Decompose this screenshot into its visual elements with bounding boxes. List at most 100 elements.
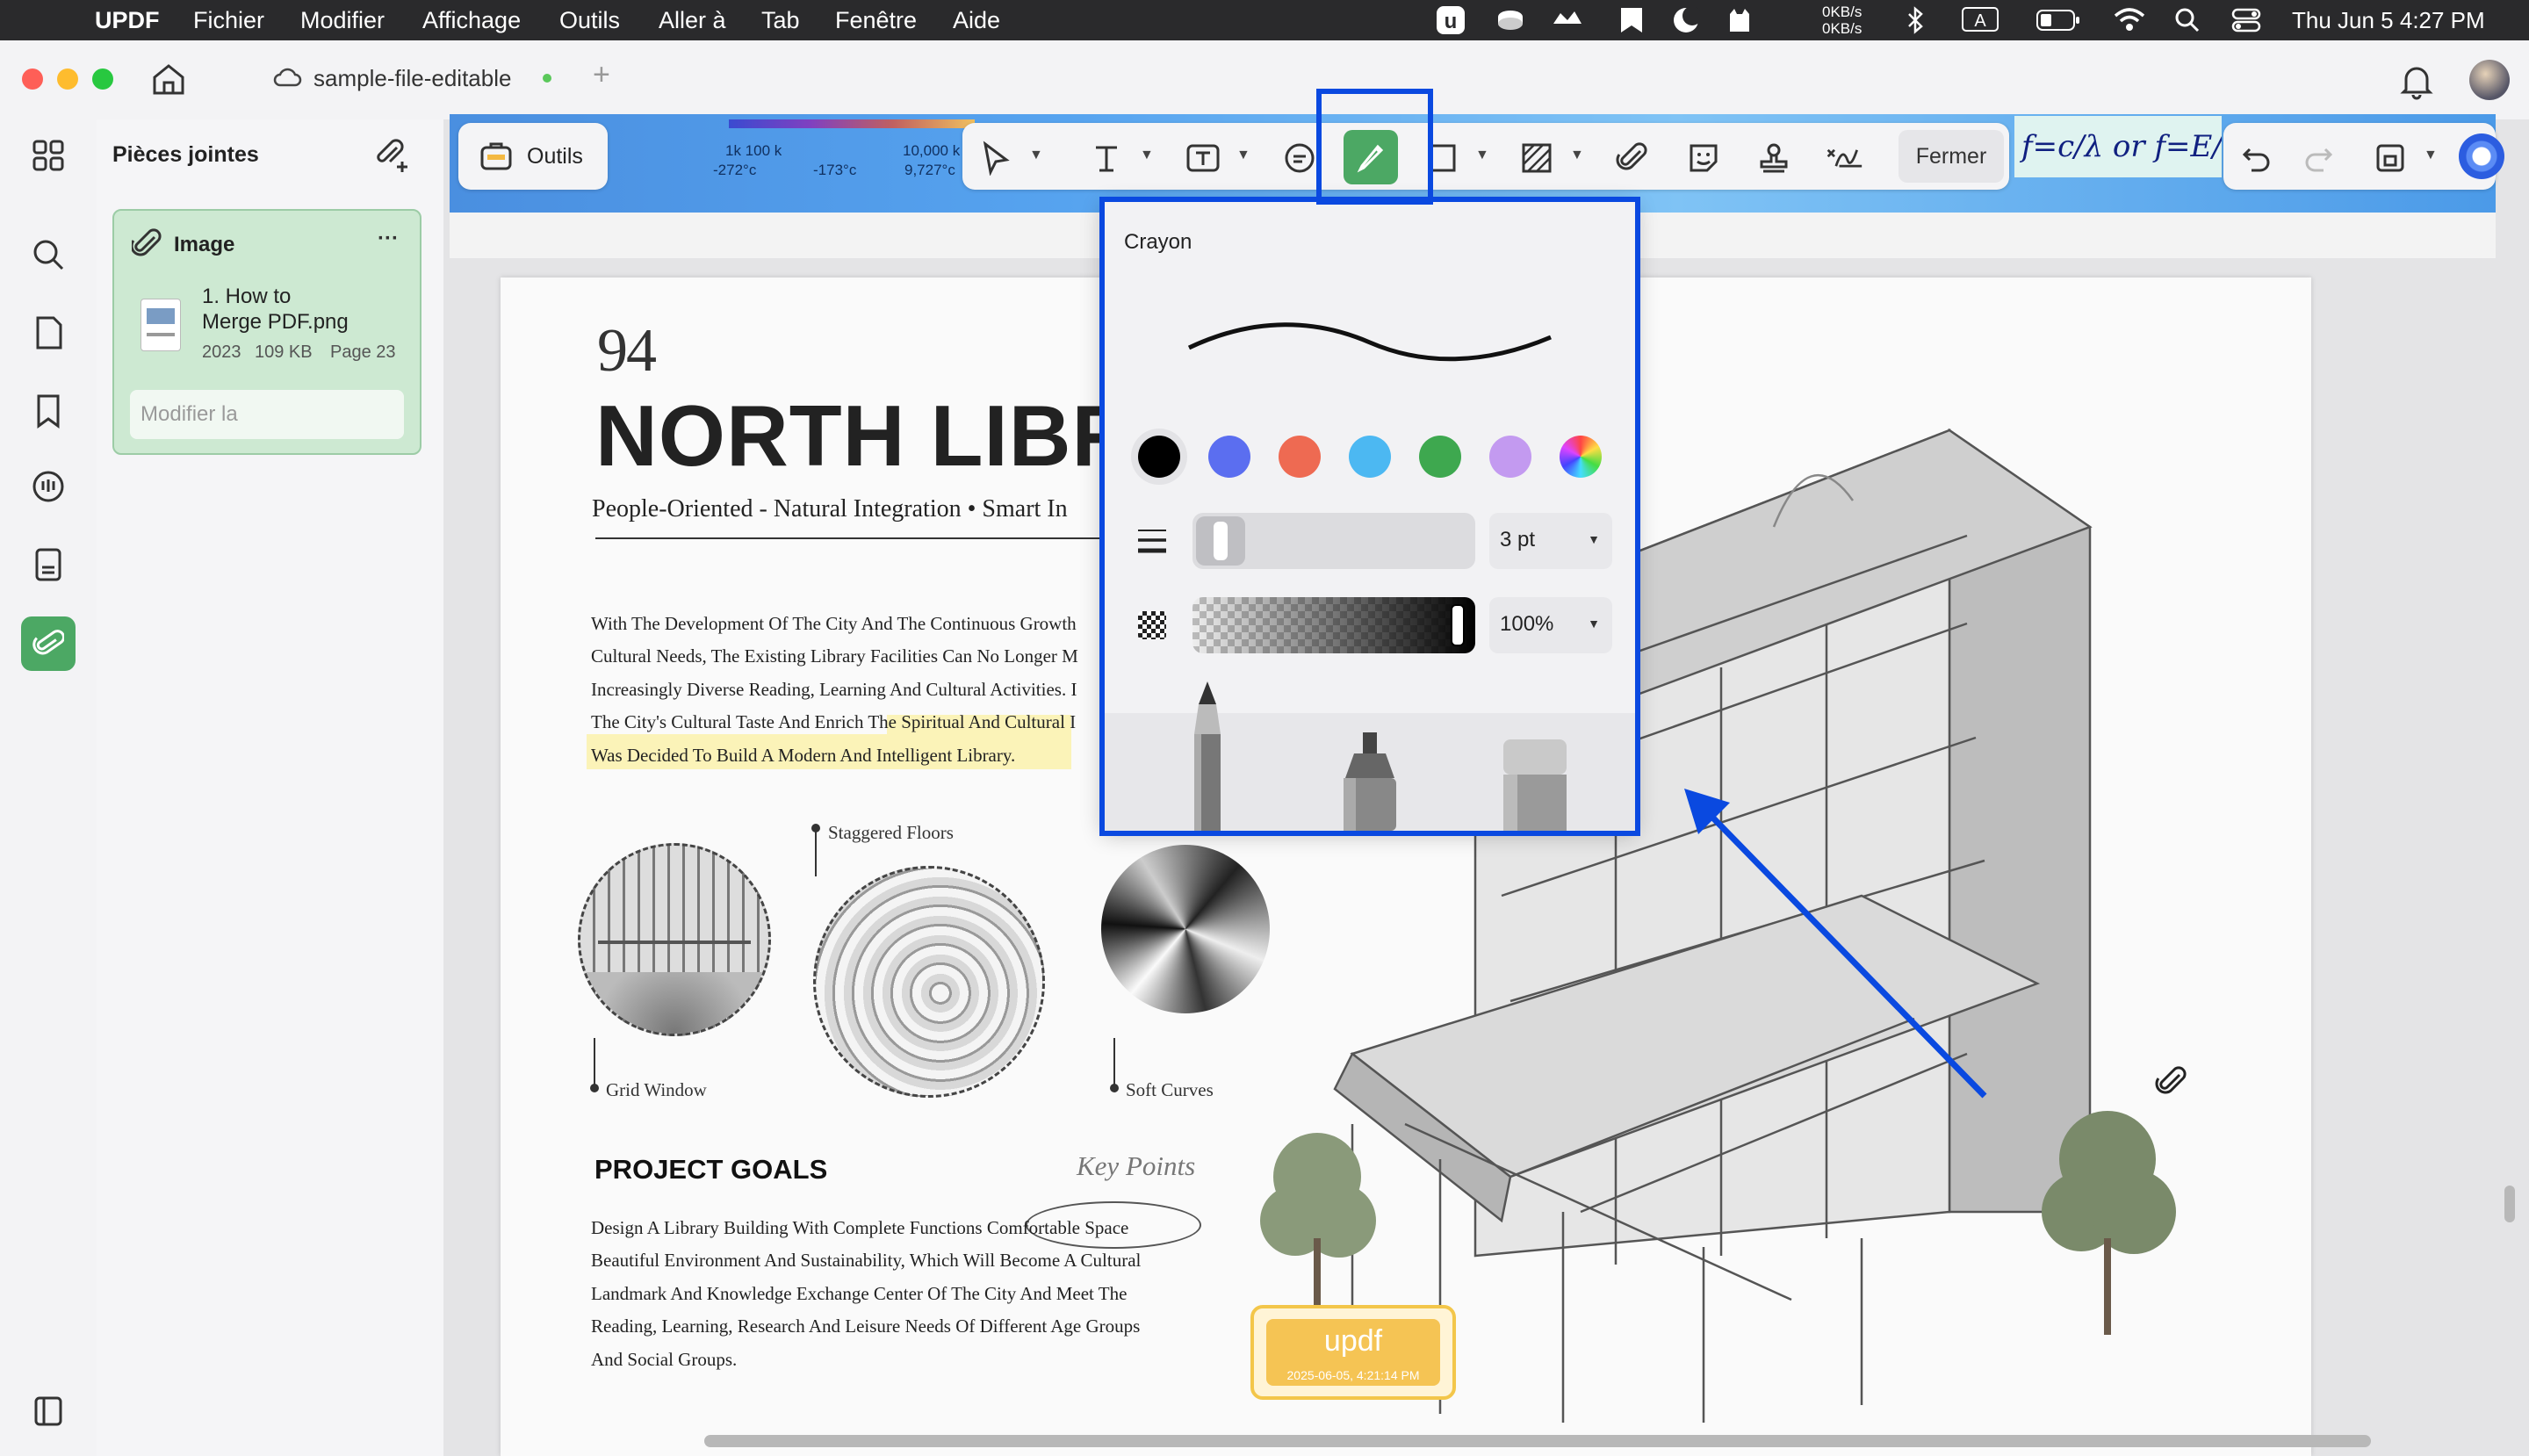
grid-window-photo [578, 843, 771, 1036]
control-center-icon[interactable] [2230, 0, 2262, 40]
menu-fichier[interactable]: Fichier [193, 0, 264, 40]
battery-icon[interactable] [2035, 0, 2081, 40]
caption-grid-window: Grid Window [606, 1079, 707, 1100]
caption-pointer [594, 1038, 595, 1087]
band-label-left-top: 1k 100 k [725, 142, 782, 159]
clock-datetime[interactable]: Thu Jun 5 4:27 PM [2292, 0, 2485, 40]
wifi-icon[interactable] [2113, 0, 2146, 40]
band-label-right-bottom: 9,727°c [904, 162, 955, 178]
add-attachment-icon[interactable] [374, 137, 411, 178]
goals-line: Landmark And Knowledge Exchange Center O… [591, 1283, 1128, 1304]
text-box-icon[interactable] [1184, 139, 1222, 177]
intro-line: The City's Cultural Taste And Enrich The… [591, 711, 1077, 732]
updf-stamp[interactable]: updf 2025-06-05, 4:21:14 PM [1250, 1305, 1456, 1400]
forms-icon[interactable] [26, 543, 70, 587]
attachment-description-input[interactable]: Modifier la [130, 390, 404, 439]
caption-dot [590, 1084, 599, 1092]
spotlight-search-icon[interactable] [2174, 0, 2201, 40]
comments-icon[interactable] [26, 465, 70, 509]
new-tab-button[interactable]: + [593, 58, 610, 92]
attachment-more-button[interactable]: ··· [378, 227, 399, 251]
cloud-file-icon [272, 64, 302, 95]
redo-icon[interactable] [2299, 139, 2338, 177]
moon-status-icon[interactable] [1671, 0, 1702, 40]
bookmark-icon[interactable] [26, 389, 70, 433]
ai-assistant-icon[interactable] [2459, 133, 2504, 179]
vertical-scrollbar[interactable] [2504, 1186, 2515, 1222]
window-zoom-button[interactable] [92, 68, 113, 90]
chevron-down-icon[interactable]: ▼ [1570, 148, 1584, 163]
bluetooth-icon[interactable] [1906, 0, 1927, 40]
stamp-date: 2025-06-05, 4:21:14 PM [1286, 1368, 1420, 1382]
updf-status-icon[interactable]: u [1435, 0, 1466, 40]
caption-pointer [1113, 1038, 1115, 1087]
chevron-down-icon[interactable]: ▼ [1475, 148, 1489, 163]
stamp-icon[interactable] [1754, 139, 1793, 177]
window-close-button[interactable] [22, 68, 43, 90]
callout-highlight-box [1099, 197, 1640, 836]
menu-modifier[interactable]: Modifier [300, 0, 385, 40]
menu-fenetre[interactable]: Fenêtre [835, 0, 917, 40]
sticker-icon[interactable] [1684, 139, 1723, 177]
pages-icon[interactable] [26, 311, 70, 355]
puzzle-status-icon[interactable] [1618, 0, 1646, 40]
paperclip-icon [130, 227, 163, 266]
save-icon[interactable] [2371, 139, 2410, 177]
menu-outils[interactable]: Outils [559, 0, 620, 40]
attachment-size: 109 KB [255, 342, 313, 362]
home-icon[interactable] [149, 61, 188, 101]
caption-pointer [815, 827, 817, 876]
band-label-mid: -173°c [813, 162, 857, 178]
toolbox-icon [479, 139, 514, 178]
goals-line: Design A Library Building With Complete … [591, 1217, 1129, 1238]
attachments-rail-button[interactable] [21, 616, 76, 671]
chevron-down-icon[interactable]: ▼ [1140, 148, 1154, 163]
band-label-right-top: 10,000 k [903, 142, 961, 159]
horizontal-scrollbar[interactable] [704, 1435, 2371, 1447]
signature-icon[interactable] [1825, 139, 1863, 177]
menu-tab[interactable]: Tab [761, 0, 800, 40]
page-attachment-paperclip-icon[interactable] [2153, 1063, 2192, 1106]
paperclip-icon [32, 630, 64, 655]
stamp-text: updf [1323, 1324, 1383, 1358]
keyboard-input-icon[interactable]: A [1962, 0, 1999, 40]
sidebar-toggle-icon[interactable] [26, 1389, 70, 1433]
undo-icon[interactable] [2237, 139, 2276, 177]
comment-bubble-icon[interactable] [1280, 139, 1319, 177]
chevron-down-icon[interactable]: ▼ [2424, 148, 2438, 163]
window-minimize-button[interactable] [57, 68, 78, 90]
search-icon[interactable] [26, 233, 70, 277]
area-hatch-icon[interactable] [1517, 139, 1556, 177]
select-cursor-icon[interactable] [976, 139, 1015, 177]
goals-line: Reading, Learning, Research And Leisure … [591, 1315, 1141, 1337]
app-menu-name[interactable]: UPDF [95, 0, 160, 40]
document-tab-title[interactable]: sample-file-editable [313, 65, 511, 92]
disk-status-icon[interactable] [1495, 0, 1526, 40]
cloud-sync-icon[interactable] [1550, 0, 1585, 40]
menu-affichage[interactable]: Affichage [422, 0, 521, 40]
macos-menu-bar: UPDF Fichier Modifier Affichage Outils A… [0, 0, 2529, 40]
band-label-left-bottom: -272°c [713, 162, 757, 178]
menu-aide[interactable]: Aide [953, 0, 1000, 40]
bell-icon[interactable] [2399, 61, 2434, 105]
chevron-down-icon[interactable]: ▼ [1236, 148, 1250, 163]
svg-text:u: u [1445, 10, 1458, 33]
menu-aller-a[interactable]: Aller à [659, 0, 726, 40]
caption-dot [811, 824, 820, 833]
soft-curves-photo [1101, 845, 1270, 1013]
intro-line: Was Decided To Build A Modern And Intell… [591, 745, 1016, 766]
user-avatar[interactable] [2469, 60, 2510, 100]
intro-line: Cultural Needs, The Existing Library Fac… [591, 645, 1078, 667]
arrow-annotation[interactable] [1668, 773, 2002, 1106]
chevron-down-icon[interactable]: ▼ [1029, 148, 1043, 163]
thumbnails-icon[interactable] [26, 133, 70, 177]
intro-line: With The Development Of The City And The… [591, 613, 1077, 634]
network-speed: 0KB/s 0KB/s [1822, 0, 1862, 44]
tab-saved-indicator [543, 74, 551, 83]
cat-status-icon[interactable] [1725, 0, 1754, 40]
file-thumbnail-icon [140, 299, 181, 351]
text-tool-icon[interactable] [1087, 139, 1126, 177]
close-annotation-button[interactable]: Fermer [1899, 130, 2004, 183]
caption-soft-curves: Soft Curves [1126, 1079, 1214, 1100]
attach-file-icon[interactable] [1614, 139, 1653, 177]
